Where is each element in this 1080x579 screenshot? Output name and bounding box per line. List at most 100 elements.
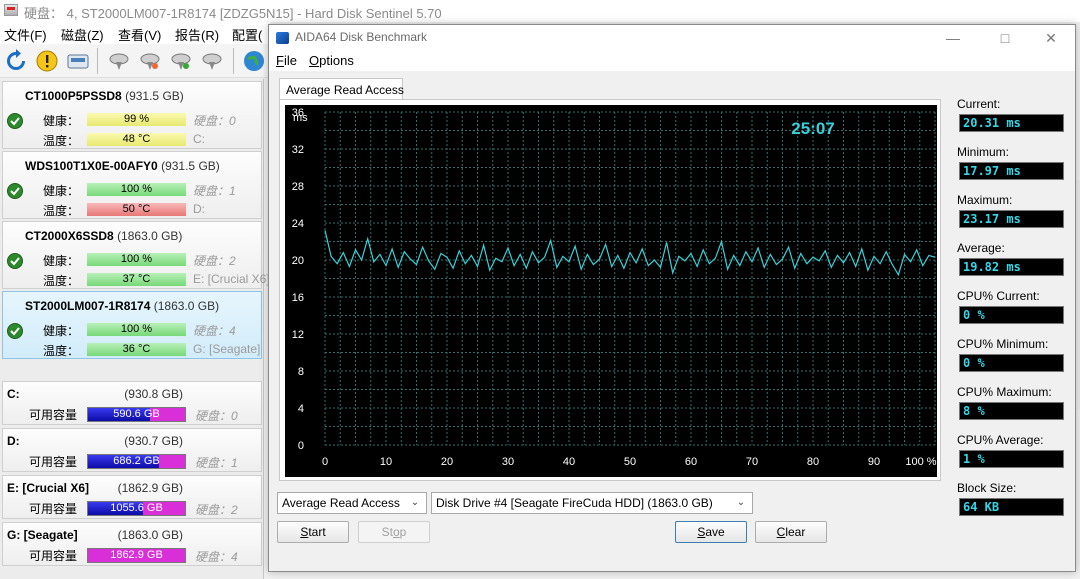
disk-index: 硬盘：2 [193, 254, 236, 268]
volume-size: (930.7 GB) [124, 434, 183, 448]
temp-bar: 36 °C [87, 343, 186, 356]
test-select[interactable]: Average Read Access ⌄ [277, 492, 427, 514]
free-space-bar: 1055.6 GB [87, 501, 186, 516]
y-tick-label: 32 [292, 144, 304, 156]
stat-label: CPU% Average: [957, 433, 1044, 447]
drive-letter: C: [193, 132, 205, 146]
y-axis-label: ms [293, 112, 308, 124]
hds-titlebar: 硬盘： 4, ST2000LM007-1R8174 [ZDZG5N15] - H… [0, 0, 1080, 22]
minimize-icon[interactable]: — [933, 27, 973, 49]
hds-menu-disk[interactable]: 磁盘(Z) [61, 25, 104, 44]
maximize-icon[interactable]: □ [985, 27, 1025, 49]
disk-name: ST2000LM007-1R8174 (1863.0 GB) [25, 299, 220, 313]
start-button[interactable]: Start [277, 521, 349, 543]
elapsed-timer: 25:07 [791, 119, 834, 138]
y-tick-label: 12 [292, 329, 304, 341]
y-tick-label: 28 [292, 181, 304, 193]
benchmark-graph: 04812162024283236ms0 10 20 30 40 50 60 70 80 90 10… [285, 105, 937, 477]
volume-card[interactable]: C: (930.8 GB) 可用容量 590.6 GB 硬盘：0 [2, 381, 262, 425]
refresh-icon[interactable] [3, 48, 29, 74]
free-space-label: 可用容量 [29, 502, 78, 516]
temp-label: 温度： [43, 134, 80, 148]
disk-index: 硬盘：1 [193, 184, 236, 198]
disk-card[interactable]: CT2000X6SSD8 (1863.0 GB) 健康： 100 % 硬盘：2 … [2, 221, 270, 289]
drive-select[interactable]: Disk Drive #4 [Seagate FireCuda HDD] (18… [431, 492, 753, 514]
stat-value: 17.97 ms [959, 162, 1064, 180]
volume-card[interactable]: D: (930.7 GB) 可用容量 686.2 GB 硬盘：1 [2, 428, 262, 472]
x-tick-label: 30 [502, 456, 514, 468]
stat-value: 8 % [959, 402, 1064, 420]
x-tick-label: 90 [868, 456, 880, 468]
temp-label: 温度： [43, 274, 80, 288]
stat-label: Block Size: [957, 481, 1017, 495]
temp-bar: 50 °C [87, 203, 186, 216]
free-space-value: 590.6 GB [113, 408, 160, 420]
globe-icon[interactable] [241, 48, 267, 74]
stat-label: Current: [957, 97, 1001, 111]
disk-info-icon[interactable] [65, 48, 91, 74]
tab-average-read-access[interactable]: Average Read Access [279, 78, 404, 100]
stat-value: 19.82 ms [959, 258, 1064, 276]
check-icon [7, 253, 23, 269]
aida64-menubar: File Options [269, 51, 1075, 71]
hds-menubar: 文件(F) 磁盘(Z) 查看(V) 报告(R) 配置( [0, 22, 270, 44]
temp-label: 温度： [43, 344, 80, 358]
free-space-value: 1862.9 GB [110, 549, 163, 561]
disk-index: 硬盘：0 [195, 409, 238, 423]
drive-letter: E: [Crucial X6] [193, 272, 270, 286]
health-label: 健康： [43, 184, 80, 198]
drive-letter: G: [Seagate] [193, 342, 261, 356]
free-space-bar: 1862.9 GB [87, 548, 186, 563]
clear-button[interactable]: Clear [755, 521, 827, 543]
disk-name: WDS100T1X0E-00AFY0 (931.5 GB) [25, 159, 220, 173]
volume-name: E: [Crucial X6] [7, 481, 90, 495]
aida64-titlebar: AIDA64 Disk Benchmark — □ ✕ [269, 25, 1075, 51]
stat-value: 23.17 ms [959, 210, 1064, 228]
hds-menu-report[interactable]: 报告(R) [175, 25, 219, 44]
free-space-value: 1055.6 GB [110, 502, 163, 514]
hds-app-icon [4, 4, 18, 16]
hds-bottom-edge [264, 572, 1080, 579]
volume-card[interactable]: G: [Seagate] (1863.0 GB) 可用容量 1862.9 GB … [2, 522, 262, 566]
check-icon [7, 323, 23, 339]
disk-card-selected[interactable]: ST2000LM007-1R8174 (1863.0 GB) 健康： 100 %… [2, 291, 262, 359]
menu-options[interactable]: Options [309, 53, 354, 68]
x-tick-label: 50 [624, 456, 636, 468]
disk-tool-4-icon[interactable] [199, 48, 225, 74]
free-space-label: 可用容量 [29, 408, 78, 422]
chevron-down-icon: ⌄ [736, 497, 746, 508]
stop-button[interactable]: Stop [358, 521, 430, 543]
stat-label: CPU% Minimum: [957, 337, 1049, 351]
disk-tool-3-icon[interactable] [168, 48, 194, 74]
disk-tool-1-icon[interactable] [106, 48, 132, 74]
x-tick-label: 70 [746, 456, 758, 468]
stat-value: 0 % [959, 354, 1064, 372]
x-tick-label: 40 [563, 456, 575, 468]
hds-menu-config[interactable]: 配置( [232, 25, 262, 44]
hds-menu-view[interactable]: 查看(V) [118, 25, 161, 44]
menu-file[interactable]: File [276, 53, 297, 68]
disk-index: 硬盘：1 [195, 456, 238, 470]
x-tick-label: 80 [807, 456, 819, 468]
x-tick-label: 10 [380, 456, 392, 468]
disk-card[interactable]: WDS100T1X0E-00AFY0 (931.5 GB) 健康： 100 % … [2, 151, 262, 219]
x-tick-label: 0 [322, 456, 328, 468]
disk-card[interactable]: CT1000P5PSSD8 (931.5 GB) 健康： 99 % 硬盘：0 温… [2, 81, 262, 149]
check-icon [7, 113, 23, 129]
drive-select-value: Disk Drive #4 [Seagate FireCuda HDD] (18… [436, 496, 713, 510]
save-button[interactable]: Save [675, 521, 747, 543]
health-bar: 100 % [87, 323, 186, 336]
graph-background [285, 105, 937, 477]
drive-letter: D: [193, 202, 205, 216]
disk-tool-2-icon[interactable] [137, 48, 163, 74]
warning-icon[interactable] [34, 48, 60, 74]
temp-label: 温度： [43, 204, 80, 218]
stat-value: 20.31 ms [959, 114, 1064, 132]
volume-card[interactable]: E: [Crucial X6] (1862.9 GB) 可用容量 1055.6 … [2, 475, 262, 519]
close-icon[interactable]: ✕ [1031, 27, 1071, 49]
volume-name: D: [7, 434, 20, 448]
hds-menu-file[interactable]: 文件(F) [4, 25, 47, 44]
chevron-down-icon: ⌄ [410, 497, 420, 508]
health-bar: 100 % [87, 183, 186, 196]
health-label: 健康： [43, 324, 80, 338]
